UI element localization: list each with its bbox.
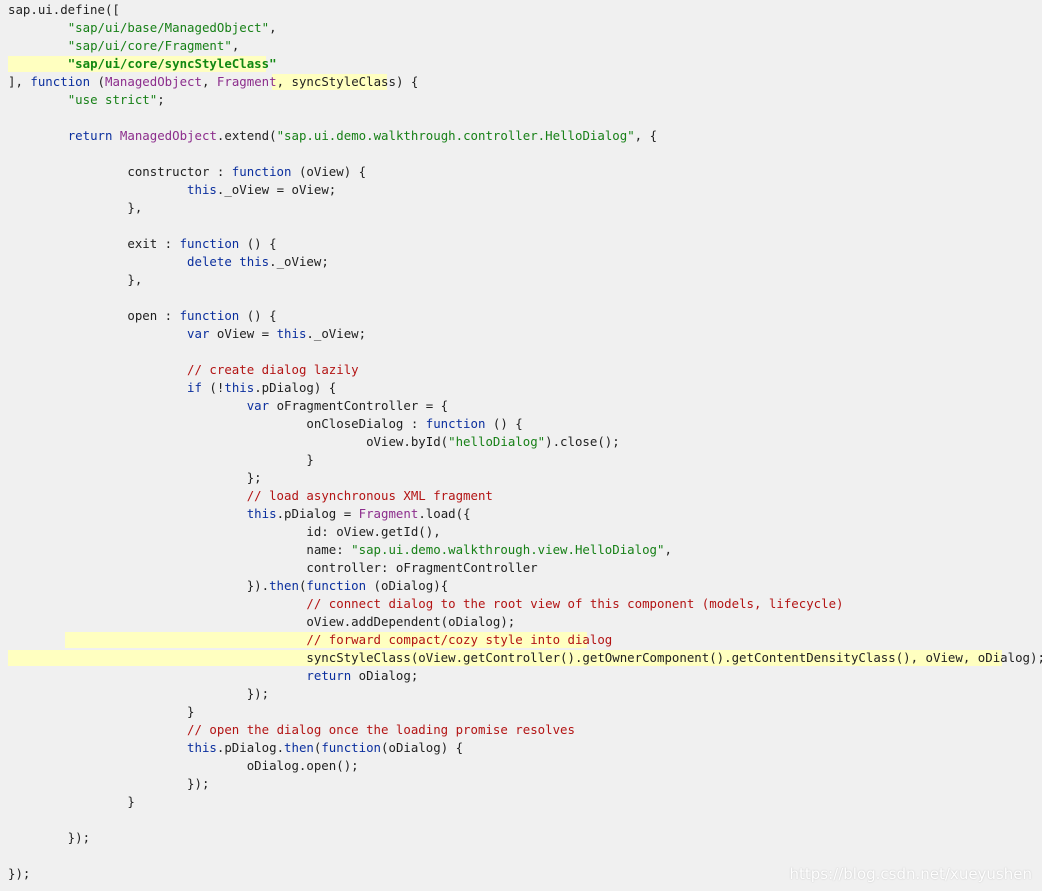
code-line: // connect dialog to the root view of th… [306,596,844,611]
code-line: }, [8,200,143,215]
code-line: return oDialog; [306,668,419,683]
code-line: }; [8,470,262,485]
code-line-highlighted: syncStyleClass(oView.getController().get… [8,650,1042,666]
code-line: // load asynchronous XML fragment [246,488,493,503]
code-line-highlighted: "sap/ui/core/syncStyleClass" [8,55,1038,73]
code-line: oView.addDependent(oDialog); [8,614,516,629]
code-line: controller: oFragmentController [8,560,538,575]
code-block: sap.ui.define([ "sap/ui/base/ManagedObje… [8,1,1042,883]
code-line: } [8,704,195,719]
code-line: sap.ui.define([ [8,2,120,17]
code-line-highlighted: ], function (ManagedObject, Fragment, sy… [8,74,419,90]
code-line: }).then(function (oDialog){ [8,578,449,593]
code-line: // open the dialog once the loading prom… [187,722,575,737]
code-line: this.pDialog = Fragment.load({ [246,506,471,521]
code-line-highlighted: // forward compact/cozy style into dialo… [8,631,1038,649]
code-line: var oFragmentController = { [246,398,449,413]
code-line: }); [8,776,210,791]
watermark-url: https://blog.csdn.net/xueyushen [789,865,1032,883]
code-line: this._oView = oView; [187,182,337,197]
code-line: "sap/ui/base/ManagedObject", [67,20,277,35]
code-line: constructor : function (oView) { [8,164,367,179]
code-line: var oView = this._oView; [187,326,367,341]
code-line: return ManagedObject.extend("sap.ui.demo… [67,128,658,143]
code-line: } [8,452,314,467]
code-line: oDialog.open(); [8,758,359,773]
code-line: onCloseDialog : function () { [8,416,523,431]
code-line: }); [8,686,270,701]
code-line: oView.byId("helloDialog").close(); [8,434,620,449]
code-line: this.pDialog.then(function(oDialog) { [187,740,464,755]
code-line: open : function () { [8,308,277,323]
code-line: "sap/ui/core/Fragment", [67,38,240,53]
code-line: // create dialog lazily [187,362,359,377]
code-line: }, [8,272,143,287]
code-line: } [8,794,135,809]
code-line: exit : function () { [8,236,277,251]
code-line: delete this._oView; [187,254,329,269]
code-line: if (!this.pDialog) { [187,380,337,395]
code-line: }); [8,830,91,845]
code-line: name: "sap.ui.demo.walkthrough.view.Hell… [8,542,672,557]
code-line: "use strict"; [67,92,165,107]
code-line: id: oView.getId(), [8,524,441,539]
